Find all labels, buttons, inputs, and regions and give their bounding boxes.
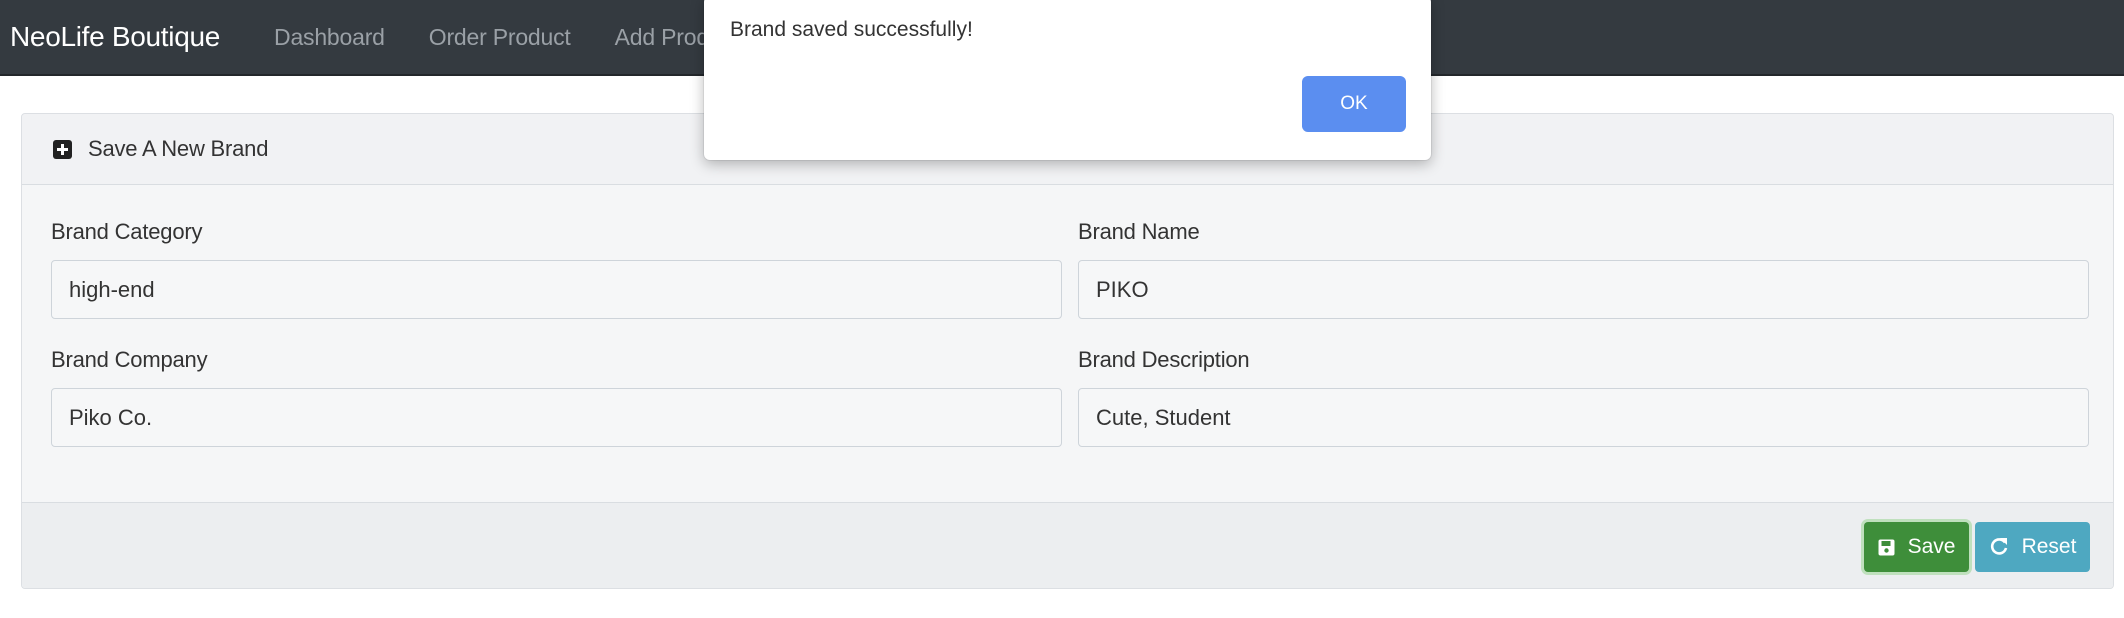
- ok-button[interactable]: OK: [1302, 76, 1406, 132]
- refresh-icon: [1989, 537, 2009, 557]
- brand-description-input[interactable]: [1078, 388, 2089, 447]
- save-button-label: Save: [1907, 535, 1956, 558]
- card-body: Brand Category Brand Name Brand Company …: [22, 185, 2113, 505]
- alert-message: Brand saved successfully!: [730, 18, 973, 41]
- brand-name-label: Brand Name: [1078, 219, 1200, 244]
- brand-name-group: Brand Name: [1078, 219, 2089, 319]
- alert-dialog: Brand saved successfully! OK: [704, 0, 1431, 160]
- brand-category-label: Brand Category: [51, 219, 203, 244]
- floppy-disk-icon: [1878, 539, 1895, 556]
- brand-name-input[interactable]: [1078, 260, 2089, 319]
- nav-link-order-product[interactable]: Order Product: [429, 24, 571, 51]
- nav-link-dashboard[interactable]: Dashboard: [274, 24, 385, 51]
- save-brand-card: Save A New Brand Brand Category Brand Na…: [21, 113, 2114, 589]
- brand-company-label: Brand Company: [51, 347, 208, 372]
- brand-description-group: Brand Description: [1078, 347, 2089, 447]
- card-title: Save A New Brand: [88, 136, 269, 161]
- reset-button-label: Reset: [2021, 535, 2077, 558]
- brand-company-group: Brand Company: [51, 347, 1062, 447]
- brand-description-label: Brand Description: [1078, 347, 1250, 372]
- save-button[interactable]: Save: [1864, 522, 1969, 572]
- brand-category-input[interactable]: [51, 260, 1062, 319]
- reset-button[interactable]: Reset: [1975, 522, 2090, 572]
- brand-category-group: Brand Category: [51, 219, 1062, 319]
- plus-square-icon: [53, 139, 72, 159]
- brand-company-input[interactable]: [51, 388, 1062, 447]
- navbar-brand[interactable]: NeoLife Boutique: [10, 21, 220, 53]
- card-footer: Save Reset: [22, 502, 2113, 588]
